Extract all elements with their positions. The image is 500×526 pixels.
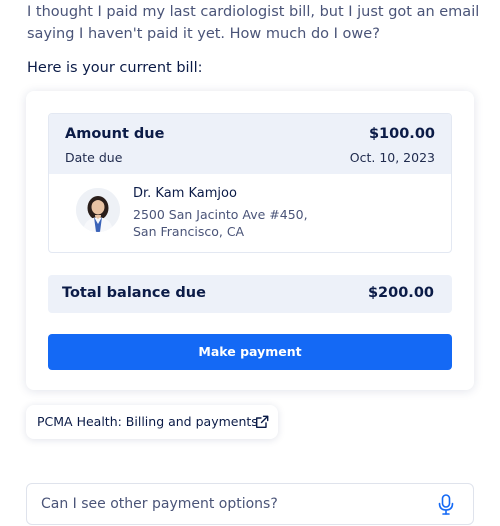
microphone-icon[interactable]: [438, 494, 454, 515]
doctor-avatar: [76, 188, 120, 232]
date-due-label: Date due: [65, 150, 123, 165]
chat-input[interactable]: [28, 485, 424, 523]
chat-input-container: [26, 483, 474, 525]
doctor-address-line2: San Francisco, CA: [133, 224, 245, 239]
amount-due-box: Amount due $100.00 Date due Oct. 10, 202…: [48, 113, 452, 253]
total-balance-value: $200.00: [367, 285, 434, 301]
doctor-address-line1: 2500 San Jacinto Ave #450,: [133, 207, 308, 222]
total-balance-box: Total balance due $200.00: [48, 275, 452, 313]
amount-due-label: Amount due: [65, 126, 165, 142]
doctor-name: Dr. Kam Kamjoo: [133, 186, 237, 201]
bill-card: Amount due $100.00 Date due Oct. 10, 202…: [26, 91, 474, 390]
date-due-value: Oct. 10, 2023: [349, 150, 435, 165]
assistant-intro: Here is your current bill:: [27, 60, 203, 76]
billing-link-label[interactable]: PCMA Health: Billing and payments: [37, 414, 258, 429]
amount-due-header: Amount due $100.00 Date due Oct. 10, 202…: [49, 114, 451, 174]
amount-due-value: $100.00: [368, 126, 435, 142]
provider-info: Dr. Kam Kamjoo 2500 San Jacinto Ave #450…: [49, 174, 451, 252]
doctor-address: 2500 San Jacinto Ave #450, San Francisco…: [133, 206, 308, 240]
make-payment-button[interactable]: Make payment: [48, 334, 452, 370]
billing-link-chip[interactable]: PCMA Health: Billing and payments: [26, 405, 278, 439]
external-link-icon[interactable]: [255, 414, 269, 428]
user-message: I thought I paid my last cardiologist bi…: [27, 4, 480, 42]
total-balance-label: Total balance due: [62, 285, 206, 301]
